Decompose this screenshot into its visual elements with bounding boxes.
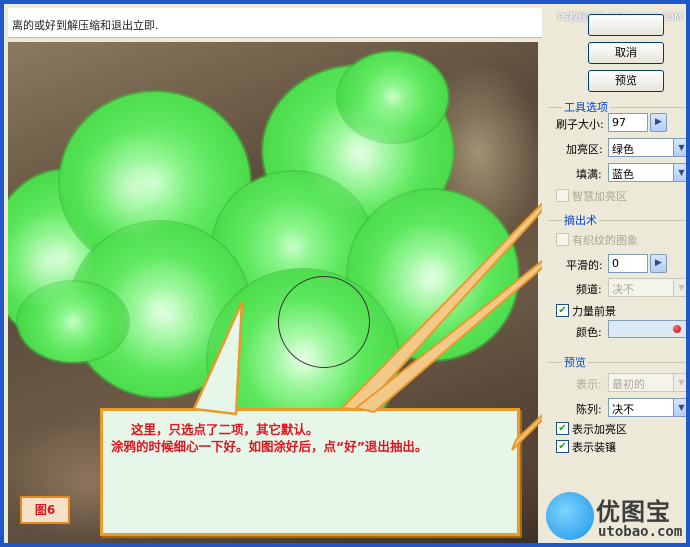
chevron-down-icon[interactable]: ▼: [673, 398, 686, 417]
chevron-down-icon[interactable]: ▼: [673, 278, 686, 297]
chevron-down-icon[interactable]: ▼: [673, 138, 686, 157]
color-dot: [673, 325, 681, 333]
preview-button[interactable]: 预览: [588, 70, 664, 92]
smooth-input[interactable]: 0: [608, 254, 648, 273]
preview-group-title: 预览: [562, 354, 588, 370]
annotation-callout: 这里，只选点了二项，其它默认。 涂鸦的时候细心一下好。如图涂好后，点“好”退出抽…: [100, 408, 520, 536]
extract-dialog: 离的或好到解压缩和退出立即. 这里，只选点了二项，其它默认。 涂鸦的时候细心一下…: [0, 0, 690, 547]
tool-options-title: 工具选项: [562, 99, 610, 115]
site-logo: 优图宝 utobao.com: [542, 490, 686, 543]
preview-canvas[interactable]: 这里，只选点了二项，其它默认。 涂鸦的时候细心一下好。如图涂好后，点“好”退出抽…: [8, 42, 538, 543]
callout-line-1: 这里，只选点了二项，其它默认。: [131, 422, 319, 437]
instruction-text: 离的或好到解压缩和退出立即.: [8, 8, 544, 38]
show-fill-checkbox[interactable]: ✔: [556, 440, 569, 453]
logo-en-text: utobao.com: [598, 524, 683, 540]
dandelion-head: [303, 97, 423, 217]
show-label: 表示:: [576, 378, 602, 391]
channel-select[interactable]: 决不: [608, 278, 674, 297]
smart-highlight-checkbox[interactable]: [556, 189, 569, 202]
dandelion-head: [108, 257, 228, 377]
color-label: 颜色:: [576, 326, 602, 339]
brush-size-input[interactable]: 97: [608, 113, 648, 132]
smooth-arrow-icon[interactable]: ▶: [650, 254, 667, 273]
dandelion-head: [78, 132, 188, 242]
display-select[interactable]: 决不: [608, 398, 674, 417]
textured-image-label: 有织纹的图象: [572, 234, 638, 247]
show-highlight-checkbox[interactable]: ✔: [556, 422, 569, 435]
fill-label: 填满:: [576, 168, 602, 181]
fill-select[interactable]: 蓝色: [608, 163, 674, 182]
chevron-down-icon[interactable]: ▼: [673, 373, 686, 392]
extraction-title: 摘出术: [562, 212, 599, 228]
force-foreground-checkbox[interactable]: ✔: [556, 304, 569, 317]
show-fill-label: 表示装镶: [572, 441, 616, 454]
bird-icon: [546, 492, 594, 540]
logo-cn-text: 优图宝: [596, 498, 671, 526]
textured-image-checkbox[interactable]: [556, 233, 569, 246]
brush-size-label: 刷子大小:: [556, 118, 604, 131]
brush-cursor: [278, 276, 370, 368]
dandelion-head: [368, 222, 488, 342]
ok-button[interactable]: [588, 14, 664, 36]
figure-label: 图6: [20, 496, 70, 524]
highlight-label: 加亮区:: [566, 143, 603, 156]
show-select[interactable]: 最初的: [608, 373, 674, 392]
channel-label: 频道:: [576, 283, 602, 296]
smooth-label: 平滑的:: [566, 259, 603, 272]
show-highlight-label: 表示加亮区: [572, 423, 627, 436]
brush-size-arrow-icon[interactable]: ▶: [650, 113, 667, 132]
color-swatch[interactable]: [608, 320, 686, 338]
highlight-select[interactable]: 绿色: [608, 138, 674, 157]
display-label: 陈列:: [576, 403, 602, 416]
options-panel: PS教程论坛 BBS.16XX8.COM 取消 预览 工具选项 刷子大小: 97…: [542, 8, 686, 543]
smart-highlight-label: 智慧加亮区: [572, 190, 627, 203]
force-foreground-label: 力量前景: [572, 305, 616, 318]
chevron-down-icon[interactable]: ▼: [673, 163, 686, 182]
callout-line-2: 涂鸦的时候细心一下好。如图涂好后，点“好”退出抽出。: [111, 439, 428, 454]
cancel-button[interactable]: 取消: [588, 42, 664, 64]
